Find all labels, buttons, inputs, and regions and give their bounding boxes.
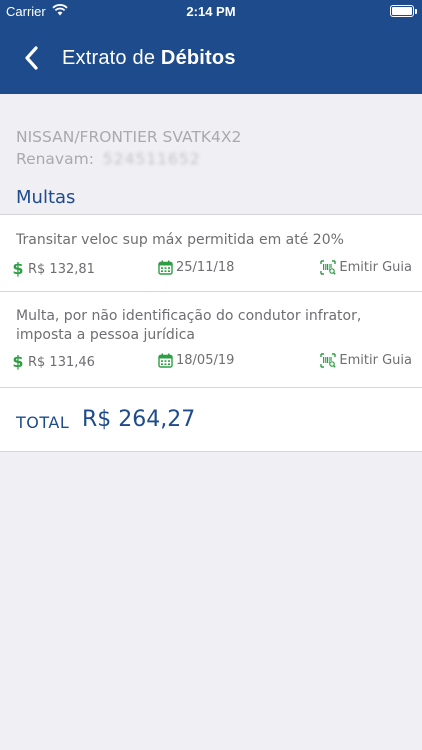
renavam-value: 524511652 <box>102 150 201 168</box>
fine-amount-value: R$ 131,46 <box>28 354 95 370</box>
fine-date: 18/05/19 <box>158 353 234 368</box>
page-title-prefix: Extrato de <box>62 47 161 69</box>
vehicle-model: NISSAN/FRONTIER SVATK4X2 <box>16 128 242 146</box>
clock: 2:14 PM <box>186 4 236 19</box>
navigation-bar: Extrato de Débitos <box>0 22 422 94</box>
fine-item: Multa, por não identificação do condutor… <box>0 292 422 388</box>
back-chevron-icon[interactable] <box>22 46 42 70</box>
fine-amount: $ R$ 131,46 <box>12 353 95 371</box>
fine-meta: $ R$ 131,46 18/05/19 Emitir Guia <box>12 353 412 371</box>
total-label: TOTAL <box>16 413 70 432</box>
emitir-guia-label: Emitir Guia <box>339 353 412 368</box>
fine-date: 25/11/18 <box>158 260 234 275</box>
page-title: Extrato de Débitos <box>62 47 236 70</box>
barcode-icon <box>320 353 337 368</box>
page-title-bold: Débitos <box>160 47 236 69</box>
section-title-multas: Multas <box>16 187 76 208</box>
renavam-line: Renavam: 524511652 <box>16 148 241 170</box>
fine-description: Multa, por não identificação do condutor… <box>16 308 362 343</box>
dollar-icon: $ <box>12 352 24 371</box>
renavam-label: Renavam: <box>16 150 94 168</box>
barcode-icon <box>320 260 337 275</box>
battery-icon <box>390 5 417 17</box>
emitir-guia-button[interactable]: Emitir Guia <box>320 353 412 368</box>
vehicle-info: NISSAN/FRONTIER SVATK4X2 Renavam: 524511… <box>16 126 241 170</box>
fine-date-value: 18/05/19 <box>176 353 235 368</box>
fine-amount: $ R$ 132,81 <box>12 260 95 278</box>
emitir-guia-label: Emitir Guia <box>339 260 412 275</box>
emitir-guia-button[interactable]: Emitir Guia <box>320 260 412 275</box>
status-bar: Carrier 2:14 PM <box>0 0 422 22</box>
fine-description: Transitar veloc sup máx permitida em até… <box>16 232 344 248</box>
total-value: R$ 264,27 <box>82 407 196 432</box>
total-summary: TOTAL R$ 264,27 <box>0 388 422 452</box>
dollar-icon: $ <box>12 259 24 278</box>
calendar-icon <box>158 260 173 275</box>
fine-date-value: 25/11/18 <box>176 260 235 275</box>
calendar-icon <box>158 353 173 368</box>
fine-meta: $ R$ 132,81 25/11/18 Emitir Guia <box>12 260 412 278</box>
fine-item: Transitar veloc sup máx permitida em até… <box>0 214 422 292</box>
fine-amount-value: R$ 132,81 <box>28 261 95 277</box>
